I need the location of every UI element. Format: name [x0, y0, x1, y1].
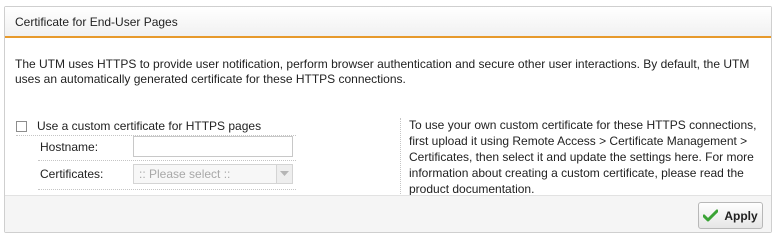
divider — [38, 189, 296, 190]
panel-footer — [5, 196, 771, 232]
hostname-field[interactable] — [133, 136, 293, 157]
certificates-select-value: :: Please select :: — [139, 167, 231, 181]
apply-label: Apply — [724, 208, 758, 223]
hostname-label: Hostname: — [40, 140, 99, 154]
custom-certificate-checkbox[interactable] — [16, 120, 27, 132]
help-line: To use your own custom certificate for t… — [409, 118, 757, 132]
help-text: To use your own custom certificate for t… — [409, 117, 769, 197]
description-line-1: The UTM uses HTTPS to provide user notif… — [15, 57, 750, 71]
apply-button[interactable]: Apply — [698, 202, 763, 229]
help-line: first upload it using Remote Access > Ce… — [409, 134, 748, 148]
chevron-down-icon[interactable] — [276, 165, 292, 183]
help-line: information about creating a custom cert… — [409, 166, 744, 180]
custom-certificate-option[interactable]: Use a custom certificate for HTTPS pages — [16, 118, 261, 134]
certificates-label: Certificates: — [40, 167, 104, 181]
description-line-2: uses an automatically generated certific… — [15, 72, 406, 86]
panel-header: Certificate for End-User Pages — [5, 7, 771, 38]
divider — [38, 160, 296, 161]
custom-certificate-label: Use a custom certificate for HTTPS pages — [37, 119, 262, 133]
panel-title: Certificate for End-User Pages — [15, 15, 178, 29]
certificate-panel: Certificate for End-User Pages The UTM u… — [4, 6, 772, 233]
column-separator — [400, 118, 401, 194]
certificates-select[interactable]: :: Please select :: — [133, 164, 293, 184]
help-line: Certificates, then select it and update … — [409, 150, 754, 164]
description: The UTM uses HTTPS to provide user notif… — [15, 57, 765, 87]
check-icon — [703, 209, 719, 222]
